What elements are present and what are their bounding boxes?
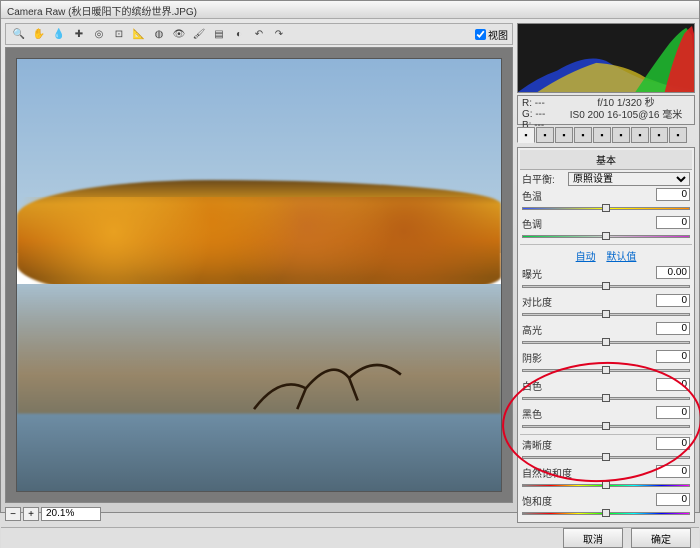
saturation-slider[interactable] <box>522 509 690 517</box>
detail-tab[interactable]: ▪ <box>555 127 573 143</box>
auto-link[interactable]: 自动 <box>576 252 596 263</box>
clarity-value[interactable] <box>656 437 690 450</box>
tint-slider[interactable] <box>522 232 690 240</box>
exposure-value[interactable] <box>656 266 690 279</box>
redeye-icon[interactable]: 👁 <box>170 26 188 42</box>
rotate-ccw-icon[interactable]: ↶ <box>250 26 268 42</box>
curve-tab[interactable]: ▪ <box>536 127 554 143</box>
vibrance-label: 自然饱和度 <box>522 465 656 480</box>
whites-value[interactable] <box>656 378 690 391</box>
adjust-icon[interactable]: 🖌 <box>190 26 208 42</box>
exposure-slider[interactable] <box>522 282 690 290</box>
hand-icon[interactable]: ✋ <box>30 26 48 42</box>
saturation-label: 饱和度 <box>522 493 656 508</box>
blacks-label: 黑色 <box>522 406 656 421</box>
panel-tabs: ▪▪▪▪▪▪▪▪▪ <box>517 127 695 145</box>
highlights-value[interactable] <box>656 322 690 335</box>
panel-title: 基本 <box>520 150 692 170</box>
fx-tab[interactable]: ▪ <box>631 127 649 143</box>
zoom-in-button[interactable]: + <box>23 507 39 521</box>
wb-select[interactable]: 原照设置 <box>568 172 690 186</box>
clarity-slider[interactable] <box>522 453 690 461</box>
shadows-label: 阴影 <box>522 350 656 365</box>
radial-icon[interactable]: ◐ <box>230 26 248 42</box>
blacks-slider-row: 黑色 <box>520 405 692 433</box>
window-title: Camera Raw (秋日暖阳下的缤纷世界.JPG) <box>1 1 699 19</box>
toolbar: 🔍✋💧✚◎⊡📐◍👁🖌▤◐↶↷ 视图 <box>5 23 513 45</box>
clarity-label: 清晰度 <box>522 437 656 452</box>
shadows-slider-row: 阴影 <box>520 349 692 377</box>
shadows-slider[interactable] <box>522 366 690 374</box>
highlights-slider-row: 高光 <box>520 321 692 349</box>
shadows-value[interactable] <box>656 350 690 363</box>
zoom-out-button[interactable]: − <box>5 507 21 521</box>
cancel-button[interactable]: 取消 <box>563 528 623 548</box>
whites-label: 白色 <box>522 378 656 393</box>
sampler-icon[interactable]: ✚ <box>70 26 88 42</box>
lens-tab[interactable]: ▪ <box>612 127 630 143</box>
basic-panel: 基本 白平衡: 原照设置 色温色调 自动 默认值 曝光对比度高光阴影白色黑色 清… <box>517 147 695 523</box>
saturation-value[interactable] <box>656 493 690 506</box>
tint-value[interactable] <box>656 216 690 229</box>
highlights-slider[interactable] <box>522 338 690 346</box>
wb-label: 白平衡: <box>522 171 566 186</box>
split-tab[interactable]: ▪ <box>593 127 611 143</box>
vibrance-slider-row: 自然饱和度 <box>520 464 692 492</box>
straighten-icon[interactable]: 📐 <box>130 26 148 42</box>
contrast-label: 对比度 <box>522 294 656 309</box>
wb-icon[interactable]: 💧 <box>50 26 68 42</box>
preview-checkbox[interactable] <box>475 29 486 40</box>
whites-slider[interactable] <box>522 394 690 402</box>
image-canvas <box>16 58 502 492</box>
contrast-slider[interactable] <box>522 310 690 318</box>
saturation-slider-row: 饱和度 <box>520 492 692 520</box>
contrast-value[interactable] <box>656 294 690 307</box>
preview-label: 视图 <box>488 27 508 42</box>
hsl-tab[interactable]: ▪ <box>574 127 592 143</box>
exposure-slider-row: 曝光 <box>520 265 692 293</box>
temp-slider-row: 色温 <box>520 187 692 215</box>
basic-tab[interactable]: ▪ <box>517 127 535 143</box>
vibrance-slider[interactable] <box>522 481 690 489</box>
vibrance-value[interactable] <box>656 465 690 478</box>
clarity-slider-row: 清晰度 <box>520 436 692 464</box>
grad-icon[interactable]: ▤ <box>210 26 228 42</box>
blacks-value[interactable] <box>656 406 690 419</box>
blacks-slider[interactable] <box>522 422 690 430</box>
crop-icon[interactable]: ⊡ <box>110 26 128 42</box>
preset-tab[interactable]: ▪ <box>669 127 687 143</box>
zoom-icon[interactable]: 🔍 <box>10 26 28 42</box>
zoom-value[interactable]: 20.1% <box>41 507 101 521</box>
whites-slider-row: 白色 <box>520 377 692 405</box>
rotate-cw-icon[interactable]: ↷ <box>270 26 288 42</box>
temp-value[interactable] <box>656 188 690 201</box>
spot-icon[interactable]: ◍ <box>150 26 168 42</box>
highlights-label: 高光 <box>522 322 656 337</box>
exposure-label: 曝光 <box>522 266 656 281</box>
ok-button[interactable]: 确定 <box>631 528 691 548</box>
contrast-slider-row: 对比度 <box>520 293 692 321</box>
image-preview-area[interactable] <box>5 47 513 503</box>
cal-tab[interactable]: ▪ <box>650 127 668 143</box>
temp-slider[interactable] <box>522 204 690 212</box>
default-link[interactable]: 默认值 <box>606 252 636 263</box>
target-icon[interactable]: ◎ <box>90 26 108 42</box>
exif-panel: R: --- G: --- B: --- f/10 1/320 秒 IS0 20… <box>517 95 695 125</box>
branch-decoration <box>235 340 429 426</box>
tint-label: 色调 <box>522 216 656 231</box>
tint-slider-row: 色调 <box>520 215 692 243</box>
temp-label: 色温 <box>522 188 656 203</box>
histogram[interactable] <box>517 23 695 93</box>
